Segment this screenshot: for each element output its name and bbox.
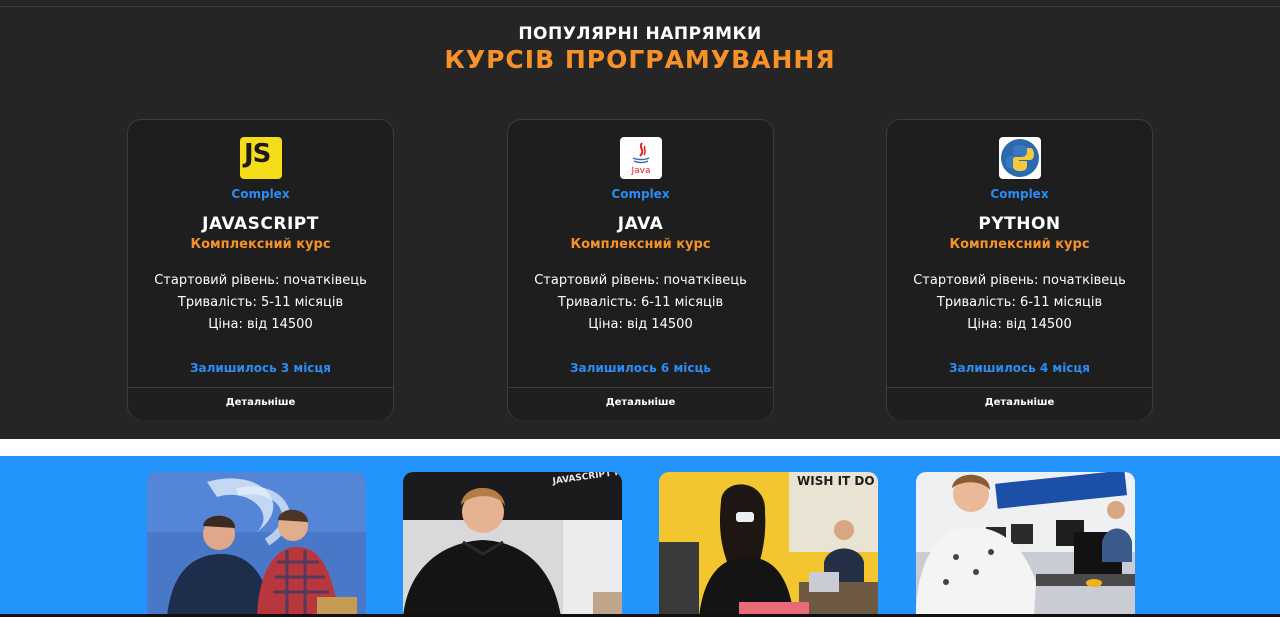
course-price: Ціна: від 14500 (967, 317, 1072, 332)
photo-mentors-at-laptop (147, 472, 366, 617)
course-tag: Complex (611, 187, 670, 201)
course-level: Стартовий рівень: початківець (154, 273, 367, 288)
course-level: Стартовий рівень: початківець (534, 273, 747, 288)
course-price: Ціна: від 14500 (588, 317, 693, 332)
course-duration: Тривалість: 6-11 місяців (936, 295, 1103, 310)
course-seats: Залишилось 3 місця (189, 361, 332, 375)
photo-students-yellow-wall: WISH IT DO IT (659, 472, 878, 617)
course-name: PYTHON (978, 214, 1061, 234)
course-name: JAVA (617, 214, 664, 234)
details-button[interactable]: Детальніше (128, 387, 393, 420)
course-tag: Complex (231, 187, 290, 201)
java-logo-icon: Java (620, 137, 662, 179)
photo-classroom-laptops (916, 472, 1135, 617)
course-duration: Тривалість: 6-11 місяців (557, 295, 724, 310)
course-kind: Комплексний курс (190, 237, 331, 252)
course-kind: Комплексний курс (570, 237, 711, 252)
course-card-javascript[interactable]: JS Complex JAVASCRIPT Комплексний курс С… (127, 119, 394, 420)
details-button[interactable]: Детальніше (887, 387, 1152, 420)
section-title: КУРСІВ ПРОГРАМУВАННЯ (444, 45, 836, 74)
course-duration: Тривалість: 5-11 місяців (177, 295, 344, 310)
section-gap (0, 439, 1280, 456)
python-logo-icon (999, 137, 1041, 179)
course-level: Стартовий рівень: початківець (913, 273, 1126, 288)
course-card-java[interactable]: Java Complex JAVA Комплексний курс Старт… (507, 119, 774, 420)
details-button[interactable]: Детальніше (508, 387, 773, 420)
photo-student-at-desk: JAVASCRIPT PYTHON JAVA QA (403, 472, 622, 617)
course-tag: Complex (990, 187, 1049, 201)
course-seats: Залишилось 6 місць (570, 361, 711, 375)
course-seats: Залишилось 4 місця (948, 361, 1091, 375)
wall-text: WISH IT DO IT (797, 474, 878, 488)
course-name: JAVASCRIPT (202, 214, 319, 234)
java-logo-text: Java (630, 166, 650, 176)
javascript-logo-icon: JS (240, 137, 282, 179)
course-kind: Комплексний курс (949, 237, 1090, 252)
course-card-python[interactable]: Complex PYTHON Комплексний курс Стартови… (886, 119, 1153, 420)
javascript-logo-text: JS (244, 139, 271, 169)
section-subtitle: ПОПУЛЯРНІ НАПРЯМКИ (518, 24, 762, 44)
course-price: Ціна: від 14500 (208, 317, 313, 332)
top-divider (0, 6, 1280, 7)
